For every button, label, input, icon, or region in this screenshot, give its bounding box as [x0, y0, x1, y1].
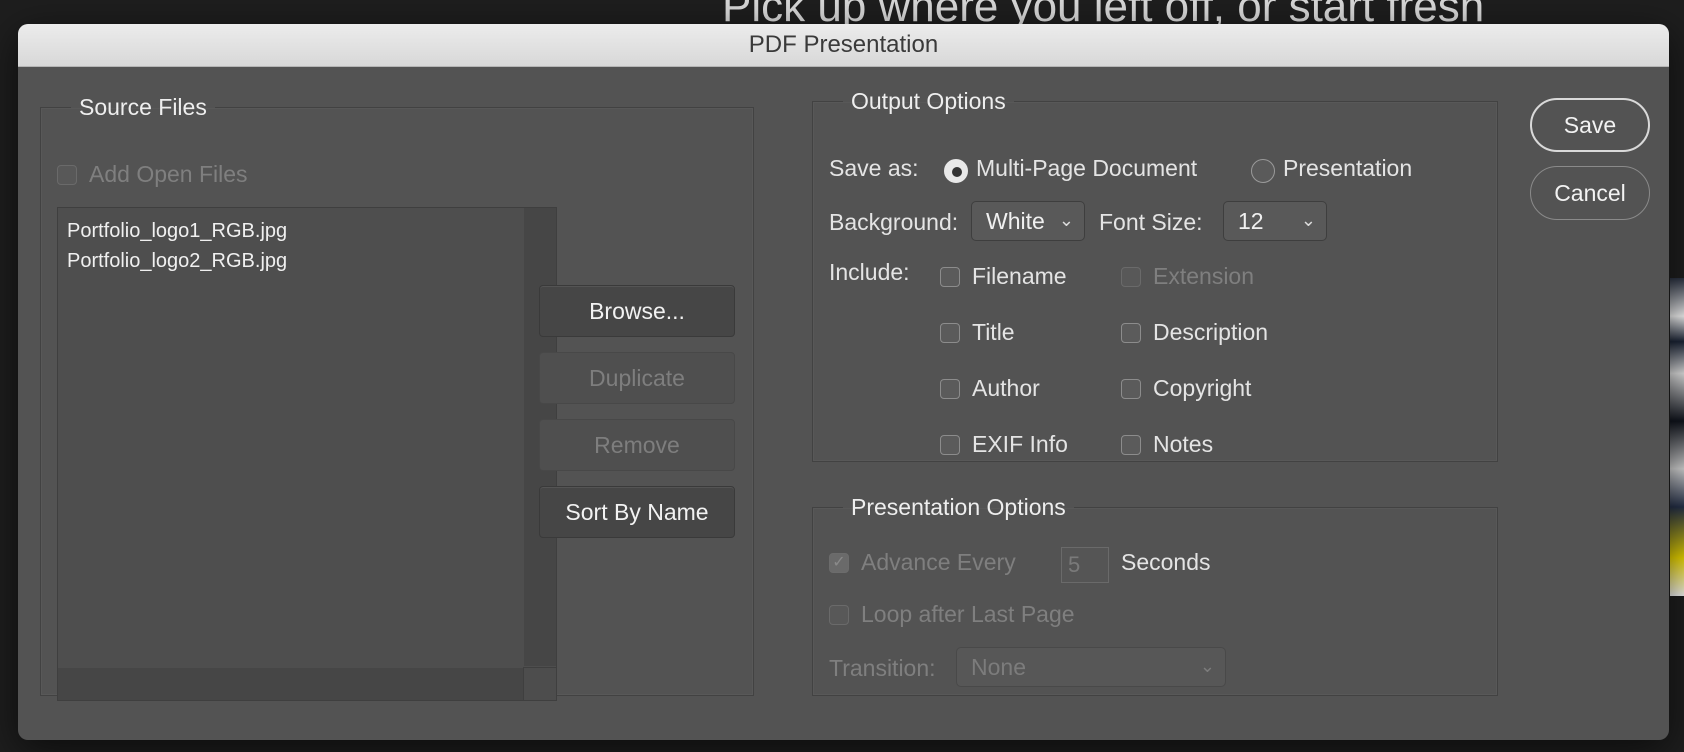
file-list-horizontal-scrollbar[interactable] — [58, 668, 524, 700]
presentation-radio[interactable] — [1251, 159, 1275, 183]
transition-label: Transition: — [829, 655, 936, 681]
extension-checkbox[interactable] — [1121, 267, 1141, 287]
title-label: Title — [972, 319, 1015, 345]
extension-label: Extension — [1153, 263, 1255, 289]
list-item[interactable]: Portfolio_logo2_RGB.jpg — [67, 250, 287, 273]
advance-every-checkbox[interactable]: ✓ — [829, 553, 849, 573]
filename-label: Filename — [972, 263, 1067, 289]
dialog-title: PDF Presentation — [18, 24, 1669, 67]
exif-info-checkbox[interactable] — [940, 435, 960, 455]
filename-checkbox[interactable] — [940, 267, 960, 287]
background-thumbnails — [1670, 278, 1684, 596]
output-options-group: Output Options Save as: Multi-Page Docum… — [812, 88, 1498, 462]
save-as-label: Save as: — [829, 155, 919, 181]
loop-after-last-page-label: Loop after Last Page — [861, 601, 1075, 627]
background-select[interactable]: White ⌄ — [971, 201, 1085, 241]
advance-every-seconds-input[interactable]: 5 — [1061, 547, 1109, 583]
notes-checkbox[interactable] — [1121, 435, 1141, 455]
multi-page-document-radio[interactable] — [944, 159, 968, 183]
transition-select[interactable]: None ⌄ — [956, 647, 1226, 687]
exif-info-label: EXIF Info — [972, 431, 1068, 457]
font-size-label: Font Size: — [1099, 209, 1203, 235]
advance-every-label: Advance Every — [861, 549, 1016, 575]
save-button[interactable]: Save — [1530, 98, 1650, 152]
background-select-value: White — [986, 207, 1045, 234]
source-file-list[interactable]: Portfolio_logo1_RGB.jpg Portfolio_logo2_… — [57, 207, 557, 701]
chevron-down-icon: ⌄ — [1058, 210, 1074, 230]
notes-label: Notes — [1153, 431, 1214, 457]
font-size-select-value: 12 — [1238, 207, 1264, 234]
chevron-down-icon: ⌄ — [1199, 656, 1215, 676]
cancel-button[interactable]: Cancel — [1530, 166, 1650, 220]
description-checkbox[interactable] — [1121, 323, 1141, 343]
author-checkbox[interactable] — [940, 379, 960, 399]
author-label: Author — [972, 375, 1040, 401]
source-files-group: Source Files Add Open Files Portfolio_lo… — [40, 94, 754, 701]
list-item[interactable]: Portfolio_logo1_RGB.jpg — [67, 220, 287, 243]
add-open-files-label: Add Open Files — [89, 161, 248, 187]
description-label: Description — [1153, 319, 1269, 345]
scrollbar-corner — [523, 667, 556, 700]
loop-after-last-page-checkbox[interactable] — [829, 605, 849, 625]
browse-button[interactable]: Browse... — [539, 285, 735, 337]
title-checkbox[interactable] — [940, 323, 960, 343]
presentation-options-group: Presentation Options ✓ Advance Every 5 S… — [812, 494, 1498, 696]
add-open-files-checkbox[interactable] — [57, 165, 77, 185]
copyright-label: Copyright — [1153, 375, 1252, 401]
include-label: Include: — [829, 259, 910, 285]
copyright-checkbox[interactable] — [1121, 379, 1141, 399]
transition-select-value: None — [971, 653, 1026, 680]
sort-by-name-button[interactable]: Sort By Name — [539, 486, 735, 538]
duplicate-button[interactable]: Duplicate — [539, 352, 735, 404]
presentation-label: Presentation — [1283, 155, 1413, 181]
output-options-legend: Output Options — [851, 88, 1006, 114]
source-files-legend: Source Files — [79, 94, 207, 120]
pdf-presentation-dialog: PDF Presentation Source Files Add Open F… — [18, 24, 1669, 740]
chevron-down-icon: ⌄ — [1300, 210, 1316, 230]
multi-page-document-label: Multi-Page Document — [976, 155, 1198, 181]
seconds-label: Seconds — [1121, 549, 1211, 575]
font-size-select[interactable]: 12 ⌄ — [1223, 201, 1327, 241]
presentation-options-legend: Presentation Options — [851, 494, 1066, 520]
background-label: Background: — [829, 209, 959, 235]
remove-button[interactable]: Remove — [539, 419, 735, 471]
